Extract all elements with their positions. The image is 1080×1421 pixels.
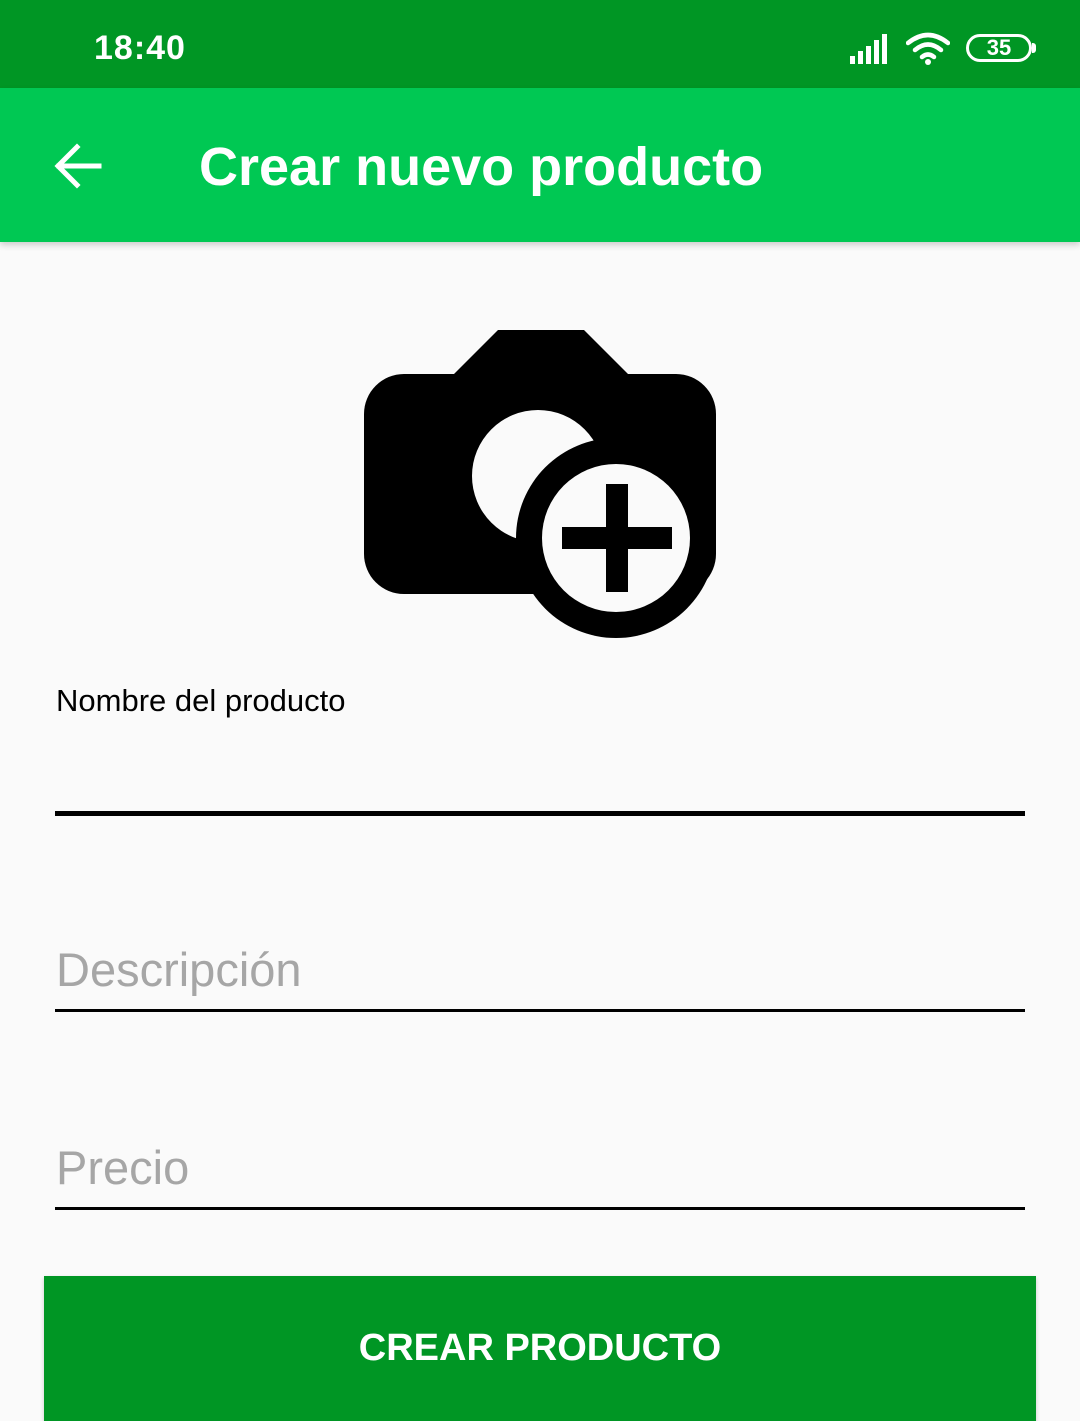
battery-icon: 35: [966, 34, 1036, 62]
page-title: Crear nuevo producto: [199, 137, 764, 197]
description-placeholder: Descripción: [56, 943, 302, 996]
description-field[interactable]: Descripción: [55, 938, 1025, 1018]
status-bar: 18:40 35: [0, 0, 1080, 88]
product-name-underline: [55, 811, 1025, 816]
product-name-label: Nombre del producto: [56, 683, 346, 718]
price-field[interactable]: Precio: [55, 1136, 1025, 1216]
description-underline: [55, 1009, 1025, 1012]
product-name-field[interactable]: Nombre del producto: [55, 683, 1025, 819]
app-bar: Crear nuevo producto: [0, 88, 1080, 242]
create-product-button[interactable]: CREAR PRODUCTO: [44, 1276, 1036, 1421]
status-time: 18:40: [94, 29, 186, 67]
product-name-input[interactable]: [56, 745, 1016, 805]
price-placeholder: Precio: [56, 1141, 190, 1194]
signal-icon: [850, 34, 887, 64]
wifi-icon: [906, 32, 950, 65]
battery-level: 35: [986, 35, 1012, 60]
status-icons: 35: [850, 28, 1036, 68]
back-button[interactable]: [44, 132, 112, 200]
add-photo-button[interactable]: [360, 326, 720, 642]
add-a-photo-icon: [364, 330, 716, 638]
create-product-label: CREAR PRODUCTO: [358, 1327, 722, 1369]
price-underline: [55, 1207, 1025, 1210]
arrow-left-icon: [54, 143, 102, 189]
